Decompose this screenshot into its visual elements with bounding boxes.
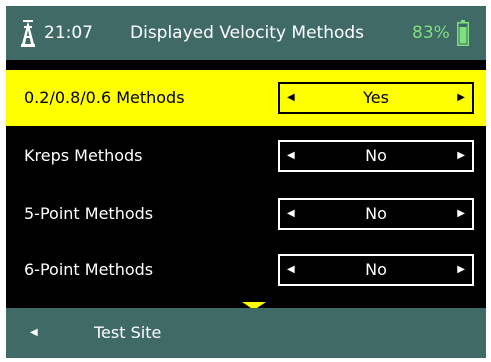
signal-tower-icon xyxy=(21,20,35,47)
value-selector[interactable]: ◀ No ▶ xyxy=(278,140,474,172)
selector-value: Yes xyxy=(363,88,389,107)
page-title: Displayed Velocity Methods xyxy=(130,23,365,43)
value-selector[interactable]: ◀ Yes ▶ xyxy=(278,82,474,114)
selector-value: No xyxy=(365,204,387,223)
back-arrow-icon[interactable]: ◀ xyxy=(30,308,38,358)
row-label: Kreps Methods xyxy=(24,146,143,165)
battery-percent: 83% xyxy=(412,23,450,43)
back-softkey-label[interactable]: Test Site xyxy=(94,308,161,358)
row-label: 6-Point Methods xyxy=(24,260,154,279)
battery-icon xyxy=(457,20,469,46)
selector-value: No xyxy=(365,146,387,165)
arrow-right-icon[interactable]: ▶ xyxy=(457,256,465,284)
setting-row-kreps-methods[interactable]: Kreps Methods ◀ No ▶ xyxy=(6,128,486,184)
status-header: 21:07 Displayed Velocity Methods 83% xyxy=(6,6,486,60)
row-label: 5-Point Methods xyxy=(24,204,154,223)
value-selector[interactable]: ◀ No ▶ xyxy=(278,254,474,286)
device-screen: 21:07 Displayed Velocity Methods 83% 0.2… xyxy=(6,6,486,358)
arrow-right-icon[interactable]: ▶ xyxy=(457,200,465,228)
clock-time: 21:07 xyxy=(44,23,93,43)
arrow-right-icon[interactable]: ▶ xyxy=(457,142,465,170)
selector-value: No xyxy=(365,260,387,279)
value-selector[interactable]: ◀ No ▶ xyxy=(278,198,474,230)
softkey-bar: ◀ Test Site xyxy=(6,308,486,358)
row-label: 0.2/0.8/0.6 Methods xyxy=(24,88,185,107)
setting-row-6-point-methods[interactable]: 6-Point Methods ◀ No ▶ xyxy=(6,242,486,298)
setting-row-5-point-methods[interactable]: 5-Point Methods ◀ No ▶ xyxy=(6,186,486,242)
arrow-right-icon[interactable]: ▶ xyxy=(457,84,465,112)
setting-row-02-08-06-methods[interactable]: 0.2/0.8/0.6 Methods ◀ Yes ▶ xyxy=(6,70,486,126)
